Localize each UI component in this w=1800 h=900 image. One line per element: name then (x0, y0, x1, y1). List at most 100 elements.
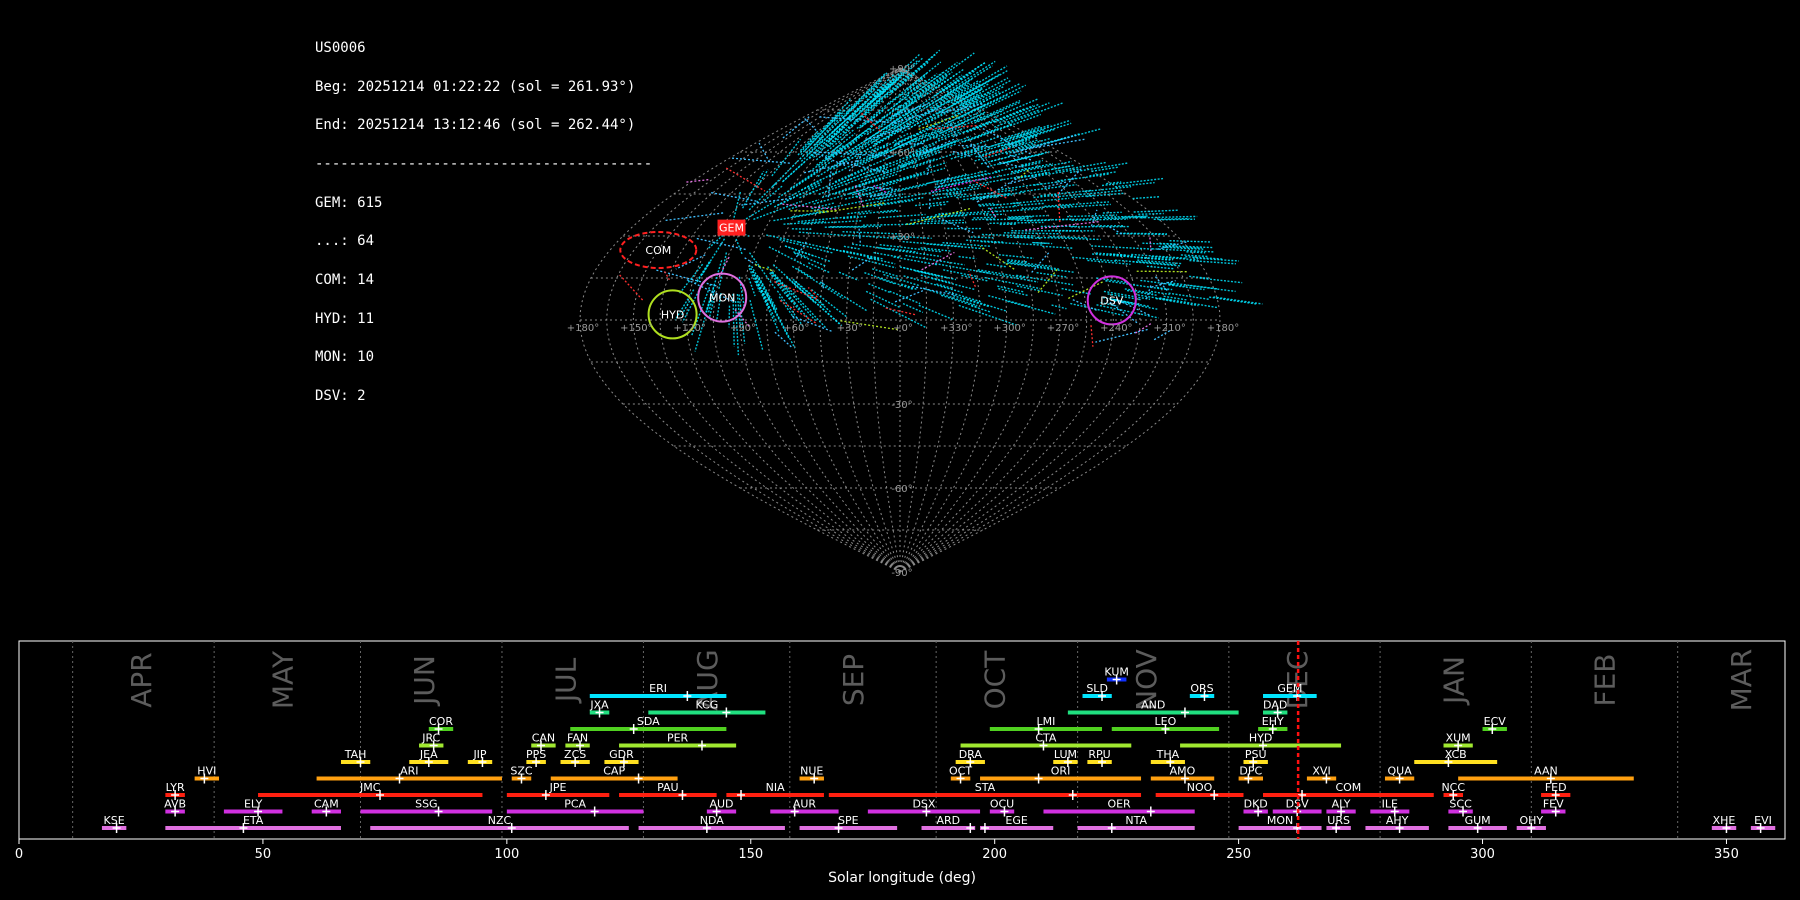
shower-label: XCB (1445, 748, 1467, 761)
shower-label: AUD (709, 798, 733, 811)
meteor-trail (1109, 226, 1123, 235)
meteor-trail (879, 277, 897, 285)
count-hyd: HYD: 11 (315, 310, 375, 327)
shower-label: CAP (603, 765, 625, 778)
meteor-trail (770, 271, 791, 295)
shower-label: EHY (1262, 715, 1284, 728)
shower-label: PPS (526, 748, 546, 761)
meteor-trail (1067, 214, 1118, 218)
month-label: MAY (266, 650, 299, 709)
x-tick-label: 150 (738, 847, 763, 862)
longitude-tick-label: +330° (940, 323, 972, 334)
meteor-trail (973, 216, 996, 219)
shower-label: JRC (421, 732, 440, 745)
meteor-trail (1001, 125, 1041, 140)
meteor-trail (1199, 277, 1243, 284)
shower-label: COM (1335, 781, 1361, 794)
month-label: FEB (1588, 653, 1621, 706)
station-id: US0006 (315, 39, 366, 56)
shower-label: OER (1107, 798, 1131, 811)
meteor-trail (998, 254, 1034, 259)
shower-label: GUM (1465, 814, 1491, 827)
meteor-trail (988, 295, 1031, 308)
count-mon: MON: 10 (315, 349, 375, 366)
meteor-trail (998, 182, 1044, 191)
longitude-tick-label: +240° (1100, 323, 1132, 334)
longitude-tick-label: +30° (837, 323, 863, 334)
shower-label: ZCS (564, 748, 586, 761)
latitude-tick-label: -30° (891, 400, 912, 411)
shower-label: KUM (1104, 666, 1128, 679)
shower-label: JMC (359, 781, 381, 794)
shower-label: DSX (912, 798, 935, 811)
radiant-label: DSV (1100, 294, 1123, 307)
meteor-trail (1013, 202, 1044, 207)
meteor-trail (872, 268, 899, 278)
shower-label: ARD (937, 814, 961, 827)
meteor-trail (894, 290, 924, 303)
meteor-trail (1091, 245, 1155, 250)
shower-label: ORS (1190, 682, 1213, 695)
radiant-label: MON (709, 292, 735, 305)
shower-label: AHY (1386, 814, 1409, 827)
shower-label: ARI (400, 765, 418, 778)
meteor-trail (843, 245, 862, 250)
shower-label: NDA (700, 814, 725, 827)
shower-label: CTA (1035, 732, 1057, 745)
shower-label: SSG (415, 798, 438, 811)
count-sporadic: ...: 64 (315, 233, 375, 250)
shower-label: HVI (197, 765, 216, 778)
meteor-trail (889, 171, 926, 183)
meteor-trail (1150, 290, 1170, 296)
longitude-tick-label: +0° (893, 323, 913, 334)
meteor-trail (1007, 300, 1056, 315)
latitude-tick-label: +60° (889, 148, 915, 159)
meteor-trail (1044, 201, 1110, 207)
meteor-trail (779, 238, 834, 254)
meteor-trail (889, 290, 921, 305)
meteor-trail (718, 252, 728, 290)
meteor-trail (1151, 248, 1214, 253)
shower-label: PCA (564, 798, 586, 811)
meteor-trail (748, 277, 756, 297)
meteor-trail (758, 142, 771, 163)
month-label: OCT (979, 650, 1012, 710)
meteor-trail (808, 262, 831, 274)
meteor-trail (1133, 323, 1152, 335)
longitude-tick-label: +120° (673, 323, 705, 334)
shower-label: JXA (589, 699, 609, 712)
end-time: End: 20251214 13:12:46 (sol = 262.44°) (315, 117, 636, 134)
meteor-trail (992, 202, 1020, 206)
longitude-tick-label: +60° (783, 323, 809, 334)
shower-label: PER (667, 732, 689, 745)
meteor-trail (741, 197, 794, 206)
x-tick-label: 0 (15, 847, 23, 862)
meridian-line (846, 67, 901, 573)
shower-label: JEA (419, 748, 438, 761)
meteor-trail (902, 302, 924, 314)
meteor-trail (1090, 209, 1098, 227)
begin-time: Beg: 20251214 01:22:22 (sol = 261.93°) (315, 78, 636, 95)
meteor-trail (864, 272, 914, 291)
x-tick-label: 50 (255, 847, 272, 862)
shower-label: SLD (1086, 682, 1108, 695)
shower-label: NUE (800, 765, 823, 778)
meteor-trail (735, 238, 743, 255)
shower-label: ECV (1484, 715, 1507, 728)
shower-label: NTA (1125, 814, 1147, 827)
shower-label: ERI (649, 682, 667, 695)
meteor-trail (1031, 168, 1080, 178)
shower-label: FED (1545, 781, 1567, 794)
shower-bars: KUMERI SLD ORS GEMJXA KCG AND DADCOR SDA LMI LEO E… (101, 641, 1776, 839)
shower-label: NOO (1187, 781, 1213, 794)
info-separator: ---------------------------------------- (315, 155, 653, 172)
shower-label: DRA (959, 748, 983, 761)
meteor-trail (1138, 212, 1164, 215)
shower-label: FAN (567, 732, 588, 745)
meteor-trail (980, 152, 1024, 165)
shower-label: TAH (344, 748, 367, 761)
sky-axis-labels: +180° +150° +120° +90° +60° +30° +0° +330° +300°… (567, 64, 1239, 579)
meteor-trail (782, 116, 810, 139)
meteor-trail (1146, 265, 1174, 270)
meteor-trail (1169, 240, 1212, 243)
